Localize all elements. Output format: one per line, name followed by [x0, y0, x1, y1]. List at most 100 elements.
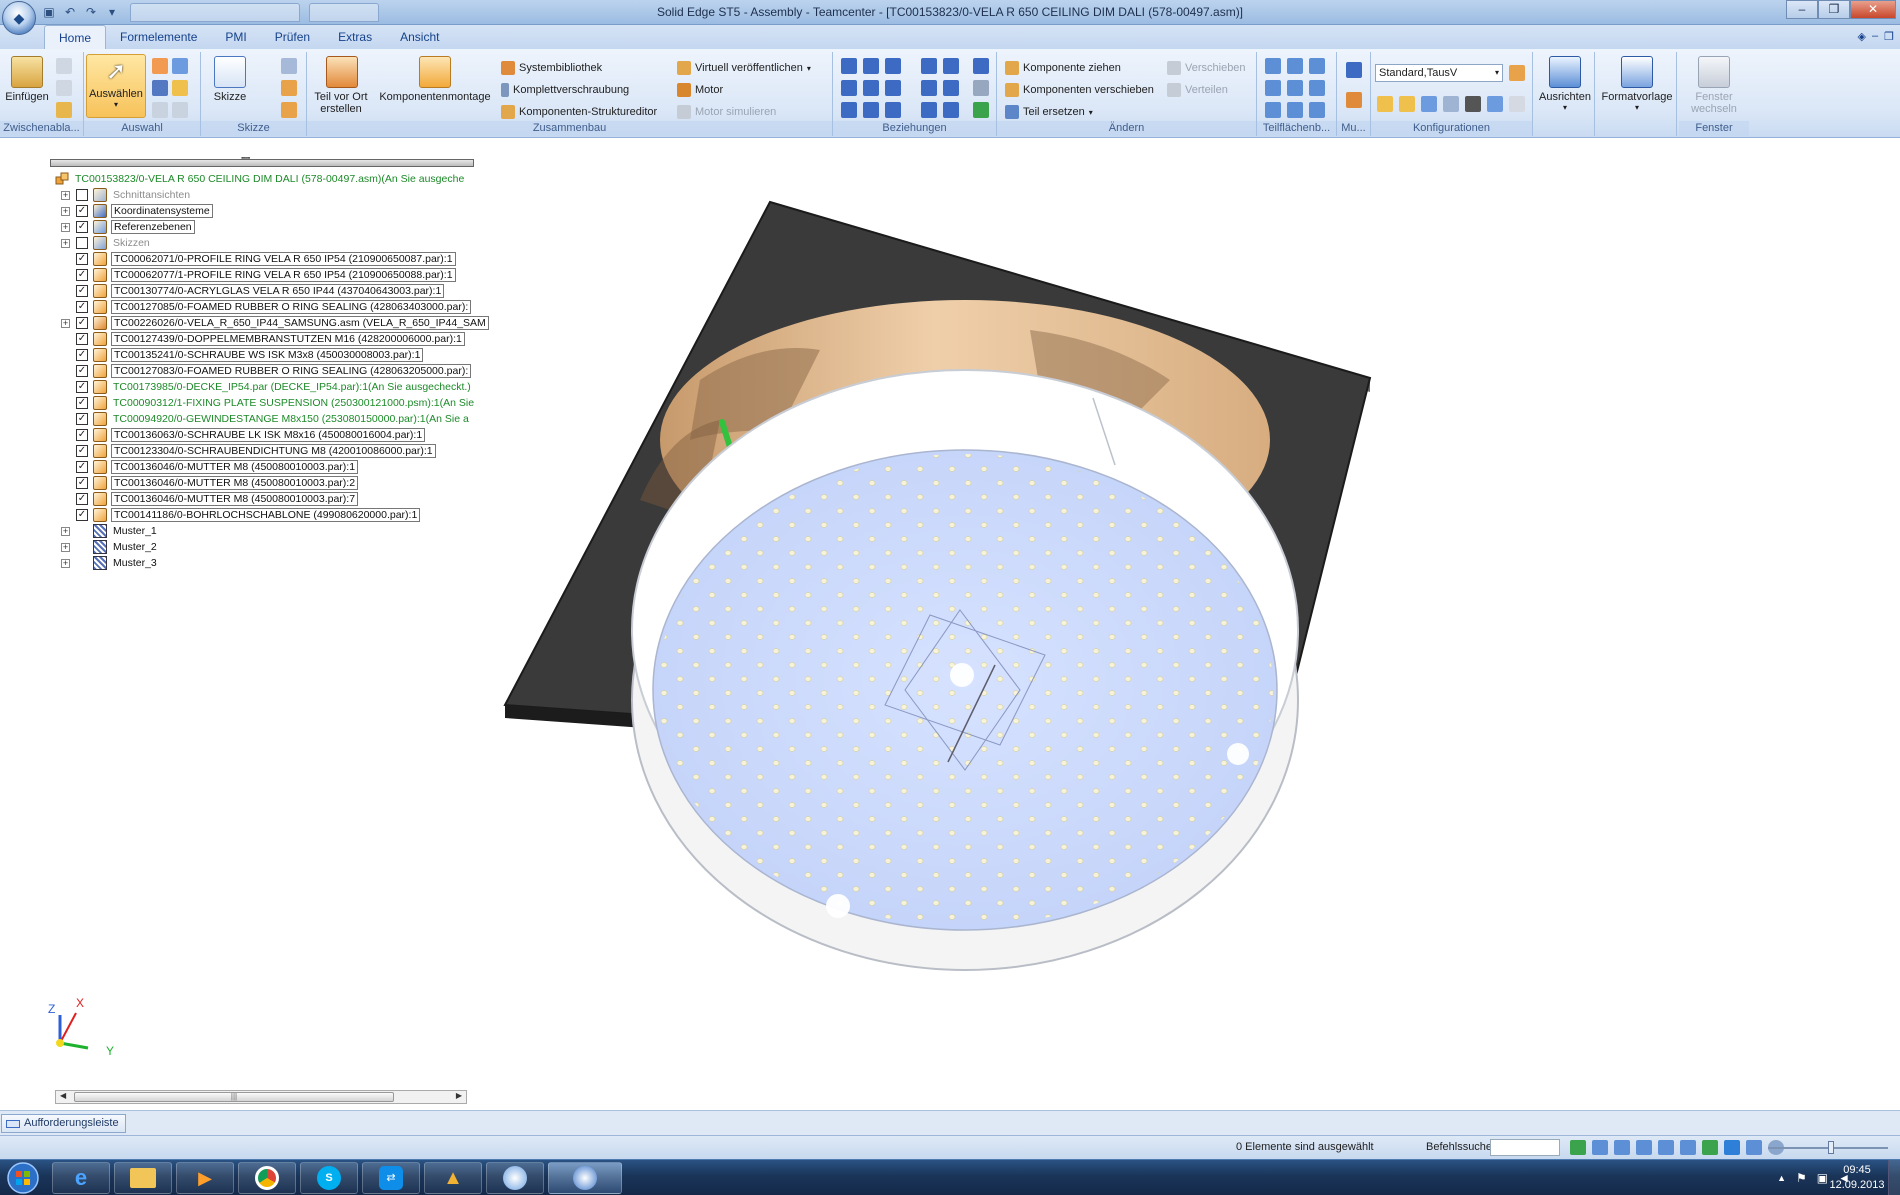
- tree-item[interactable]: ✓ TC00062071/0-PROFILE RING VELA R 650 IP…: [55, 251, 475, 267]
- select-tool-icon-1[interactable]: [152, 58, 168, 74]
- tree-item[interactable]: + ✓ Referenzebenen: [55, 219, 475, 235]
- tree-item[interactable]: + Muster_3: [55, 555, 475, 571]
- visibility-checkbox[interactable]: ✓: [76, 301, 88, 313]
- taskbar-chrome[interactable]: [238, 1162, 296, 1194]
- face-icon-9[interactable]: [1309, 102, 1325, 118]
- visibility-checkbox[interactable]: ✓: [76, 461, 88, 473]
- tree-item[interactable]: ✓ TC00135241/0-SCHRAUBE WS ISK M3x8 (4500…: [55, 347, 475, 363]
- config-icon-5[interactable]: [1487, 96, 1503, 112]
- taskbar-solid-edge-2[interactable]: [486, 1162, 544, 1194]
- system-library-button[interactable]: Systembibliothek: [501, 59, 602, 77]
- tree-item[interactable]: + Muster_2: [55, 539, 475, 555]
- visibility-checkbox[interactable]: ✓: [76, 397, 88, 409]
- face-icon-1[interactable]: [1265, 58, 1281, 74]
- filter-icon[interactable]: [152, 80, 168, 96]
- relation-icon-13[interactable]: [885, 102, 901, 118]
- tree-item[interactable]: + ✓ TC00226026/0-VELA_R_650_IP44_SAMSUNG.a…: [55, 315, 489, 331]
- visibility-checkbox[interactable]: ✓: [76, 253, 88, 265]
- ribbon-restore-icon[interactable]: ❐: [1884, 30, 1894, 43]
- pathfinder-header[interactable]: '''''''''''''''': [50, 156, 474, 167]
- face-icon-5[interactable]: [1287, 80, 1303, 96]
- expand-icon[interactable]: +: [61, 318, 70, 328]
- tab-home[interactable]: Home: [44, 25, 107, 49]
- config-icon-2[interactable]: [1399, 96, 1415, 112]
- taskbar-app-chart[interactable]: ▲: [424, 1162, 482, 1194]
- rotate-icon[interactable]: [1702, 1140, 1718, 1155]
- drag-component-button[interactable]: Komponente ziehen: [1005, 59, 1121, 77]
- select-button[interactable]: ➚ Auswählen ▾: [86, 54, 146, 118]
- move-components-button[interactable]: Komponenten verschieben: [1005, 81, 1154, 99]
- close-button[interactable]: ✕: [1850, 0, 1896, 19]
- ribbon-minimize-icon[interactable]: –: [1872, 30, 1878, 43]
- expand-icon[interactable]: +: [61, 558, 70, 568]
- tab-extras[interactable]: Extras: [324, 25, 386, 49]
- full-bolting-button[interactable]: Komplettverschraubung: [501, 81, 629, 99]
- config-icon-4[interactable]: [1443, 96, 1459, 112]
- face-icon-8[interactable]: [1287, 102, 1303, 118]
- relation-icon-8[interactable]: [885, 80, 901, 96]
- visibility-checkbox[interactable]: ✓: [76, 429, 88, 441]
- relation-icon-15[interactable]: [943, 102, 959, 118]
- restore-button[interactable]: ❐: [1818, 0, 1850, 19]
- tree-item[interactable]: ✓ TC00062077/1-PROFILE RING VELA R 650 IP…: [55, 267, 475, 283]
- visibility-checkbox[interactable]: ✓: [76, 333, 88, 345]
- mu-icon-2[interactable]: [1346, 92, 1362, 108]
- select-tool-icon-3[interactable]: [172, 80, 188, 96]
- structure-editor-button[interactable]: Komponenten-Strukturеditor: [501, 103, 657, 121]
- tab-pruefen[interactable]: Prüfen: [261, 25, 324, 49]
- virtual-publish-button[interactable]: Virtuell veröffentlichen ▾: [677, 59, 811, 77]
- face-icon-2[interactable]: [1287, 58, 1303, 74]
- taskbar-teamviewer[interactable]: ⇄: [362, 1162, 420, 1194]
- visibility-checkbox[interactable]: ✓: [76, 317, 88, 329]
- visibility-checkbox[interactable]: ✓: [76, 381, 88, 393]
- config-icon-6[interactable]: [1509, 96, 1525, 112]
- tab-formelemente[interactable]: Formelemente: [106, 25, 211, 49]
- tree-item[interactable]: ✓ TC00136046/0-MUTTER M8 (450080010003.pa…: [55, 459, 475, 475]
- tree-item[interactable]: ✓ TC00127439/0-DOPPELMEMBRANSTUTZEN M16 (…: [55, 331, 475, 347]
- relation-icon-10[interactable]: [943, 80, 959, 96]
- flag-icon[interactable]: ⚑: [1796, 1171, 1807, 1185]
- format-copy-icon[interactable]: [56, 102, 72, 118]
- camera-icon[interactable]: [1465, 96, 1481, 112]
- sketch-tool-icon-1[interactable]: [281, 58, 297, 74]
- tree-item[interactable]: ✓ TC00094920/0-GEWINDESTANGE M8x150 (2530…: [55, 411, 475, 427]
- sketch-tool-icon-3[interactable]: [281, 102, 297, 118]
- fit-icon[interactable]: [1636, 1140, 1652, 1155]
- tray-expand-icon[interactable]: ▲: [1777, 1173, 1786, 1183]
- pan-icon[interactable]: [1658, 1140, 1674, 1155]
- relation-icon-17[interactable]: [973, 80, 989, 96]
- tree-item[interactable]: ✓ TC00136063/0-SCHRAUBE LK ISK M8x16 (450…: [55, 427, 475, 443]
- taskbar-solid-edge[interactable]: [548, 1162, 622, 1194]
- relation-icon-1[interactable]: [841, 58, 857, 74]
- taskbar-explorer[interactable]: [114, 1162, 172, 1194]
- relation-icon-18[interactable]: [973, 102, 989, 118]
- tree-item[interactable]: ✓ TC00123304/0-SCHRAUBENDICHTUNG M8 (4200…: [55, 443, 475, 459]
- relation-icon-6[interactable]: [841, 80, 857, 96]
- switch-window-button[interactable]: Fenster wechseln: [1681, 56, 1747, 115]
- face-icon-6[interactable]: [1309, 80, 1325, 96]
- tree-item[interactable]: ✓ TC00136046/0-MUTTER M8 (450080010003.pa…: [55, 475, 475, 491]
- taskbar-ie[interactable]: e: [52, 1162, 110, 1194]
- motor-button[interactable]: Motor: [677, 81, 723, 99]
- cut-icon[interactable]: [56, 58, 72, 74]
- distribute-button[interactable]: Verteilen: [1167, 81, 1228, 99]
- refresh-icon[interactable]: [1570, 1140, 1586, 1155]
- shaded-icon[interactable]: [1724, 1140, 1740, 1155]
- prompt-bar-tab[interactable]: Aufforderungsleiste: [1, 1114, 126, 1133]
- config-icon-1[interactable]: [1377, 96, 1393, 112]
- face-icon-7[interactable]: [1265, 102, 1281, 118]
- expand-icon[interactable]: +: [61, 206, 70, 216]
- start-button[interactable]: [2, 1160, 44, 1195]
- visibility-checkbox[interactable]: ✓: [76, 349, 88, 361]
- copy-icon[interactable]: [56, 80, 72, 96]
- tab-pmi[interactable]: PMI: [211, 25, 260, 49]
- align-button[interactable]: Ausrichten ▾: [1537, 56, 1593, 112]
- tree-item[interactable]: + ✓ Koordinatensysteme: [55, 203, 475, 219]
- simulate-motor-button[interactable]: Motor simulieren: [677, 103, 776, 121]
- tree-item[interactable]: ✓ TC00090312/1-FIXING PLATE SUSPENSION (2…: [55, 395, 475, 411]
- visibility-checkbox[interactable]: ✓: [76, 365, 88, 377]
- relation-icon-9[interactable]: [921, 80, 937, 96]
- relation-icon-7[interactable]: [863, 80, 879, 96]
- tree-item[interactable]: ✓ TC00127085/0-FOAMED RUBBER O RING SEALI…: [55, 299, 475, 315]
- expand-icon[interactable]: +: [61, 190, 70, 200]
